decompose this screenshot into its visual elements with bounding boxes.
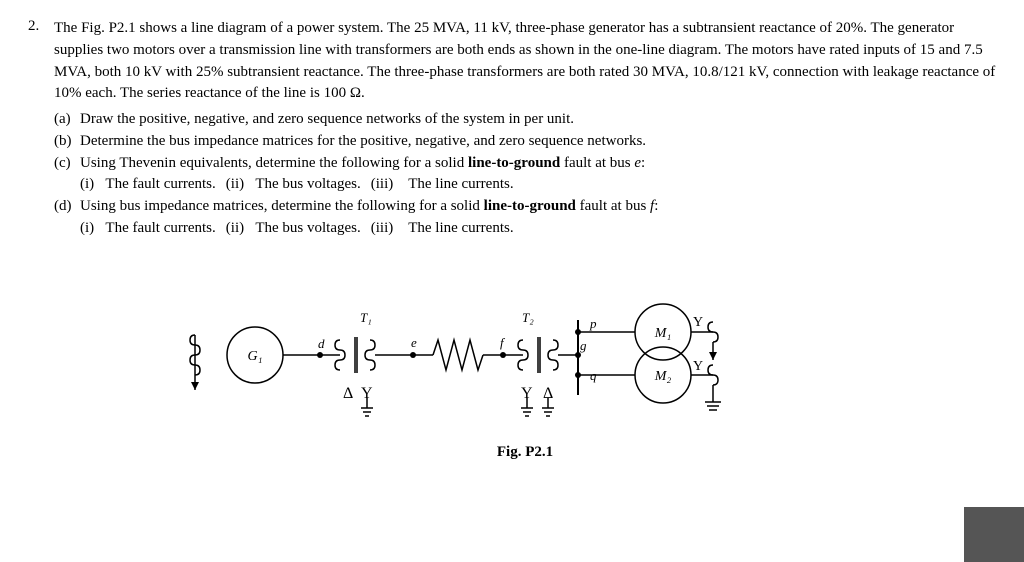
part-b-text: Determine the bus impedance matrices for… [80, 131, 996, 153]
problem-content: The Fig. P2.1 shows a line diagram of a … [54, 18, 996, 461]
corner-overlay [964, 507, 1024, 562]
part-c-text: Using Thevenin equivalents, determine th… [80, 153, 996, 197]
part-a-label: (a) [54, 109, 76, 131]
figure-caption: Fig. P2.1 [497, 444, 553, 461]
part-d-i: (i) The fault currents. [80, 218, 216, 240]
part-c-sub-list: (i) The fault currents. (ii) The bus vol… [80, 174, 996, 196]
svg-text:G₁: G₁ [248, 349, 263, 364]
part-d-label: (d) [54, 196, 76, 240]
svg-text:g: g [580, 338, 587, 353]
svg-text:e: e [411, 335, 417, 350]
part-c-iii: (iii) The line currents. [371, 174, 514, 196]
part-b-label: (b) [54, 131, 76, 153]
part-d: (d) Using bus impedance matrices, determ… [54, 196, 996, 240]
problem-paragraph: The Fig. P2.1 shows a line diagram of a … [54, 18, 996, 105]
problem-block: 2. The Fig. P2.1 shows a line diagram of… [28, 18, 996, 461]
diagram-area: G₁ d T₁ [54, 250, 996, 461]
circuit-diagram: G₁ d T₁ [165, 250, 885, 440]
svg-text:f: f [500, 335, 506, 350]
svg-text:Y: Y [693, 359, 703, 374]
part-c-ii: (ii) The bus voltages. [226, 174, 361, 196]
part-d-iii: (iii) The line currents. [371, 218, 514, 240]
svg-text:d: d [318, 336, 325, 351]
svg-text:p: p [589, 316, 597, 331]
part-d-sub-list: (i) The fault currents. (ii) The bus vol… [80, 218, 996, 240]
svg-text:Y: Y [693, 315, 703, 330]
svg-text:T₁: T₁ [360, 310, 372, 325]
svg-text:Δ: Δ [343, 385, 353, 402]
part-d-ii: (ii) The bus voltages. [226, 218, 361, 240]
svg-text:M₁: M₁ [654, 326, 672, 341]
part-a-text: Draw the positive, negative, and zero se… [80, 109, 996, 131]
part-d-text: Using bus impedance matrices, determine … [80, 196, 996, 240]
part-b: (b) Determine the bus impedance matrices… [54, 131, 996, 153]
svg-text:M₂: M₂ [654, 369, 672, 384]
parts-list: (a) Draw the positive, negative, and zer… [54, 109, 996, 240]
part-c-label: (c) [54, 153, 76, 197]
part-a: (a) Draw the positive, negative, and zer… [54, 109, 996, 131]
problem-number: 2. [28, 18, 54, 461]
page: 2. The Fig. P2.1 shows a line diagram of… [0, 0, 1024, 562]
part-c: (c) Using Thevenin equivalents, determin… [54, 153, 996, 197]
part-c-i: (i) The fault currents. [80, 174, 216, 196]
svg-text:T₂: T₂ [522, 310, 534, 325]
